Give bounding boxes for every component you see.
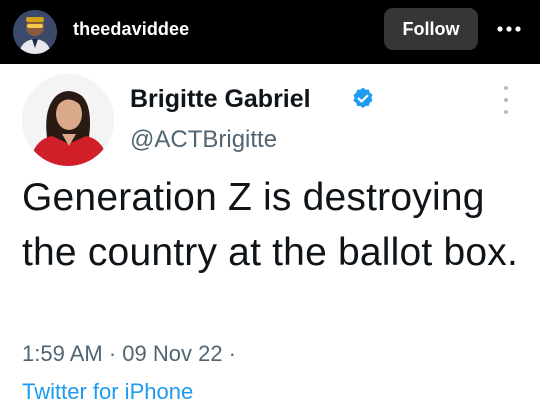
follow-button[interactable]: Follow <box>384 8 478 50</box>
avatar-illustration-icon <box>13 10 57 54</box>
tweet-author-avatar[interactable] <box>22 74 114 166</box>
tweet-author-name[interactable]: Brigitte Gabriel <box>130 85 311 114</box>
more-options-icon[interactable] <box>494 14 524 44</box>
instagram-post-header: theedaviddee Follow <box>0 0 540 64</box>
tweet-body-text: Generation Z is destroying the country a… <box>22 176 518 274</box>
poster-username[interactable]: theedaviddee <box>73 19 189 40</box>
poster-avatar[interactable] <box>13 10 57 54</box>
tweet-timestamp[interactable]: 1:59 AM · 09 Nov 22 · <box>22 341 236 367</box>
author-portrait-icon <box>22 74 114 166</box>
tweet-more-options-icon[interactable] <box>498 86 514 114</box>
tweet-source-link[interactable]: Twitter for iPhone <box>22 379 193 405</box>
verified-badge-icon <box>350 86 376 112</box>
tweet-author-handle[interactable]: @ACTBrigitte <box>130 126 277 154</box>
